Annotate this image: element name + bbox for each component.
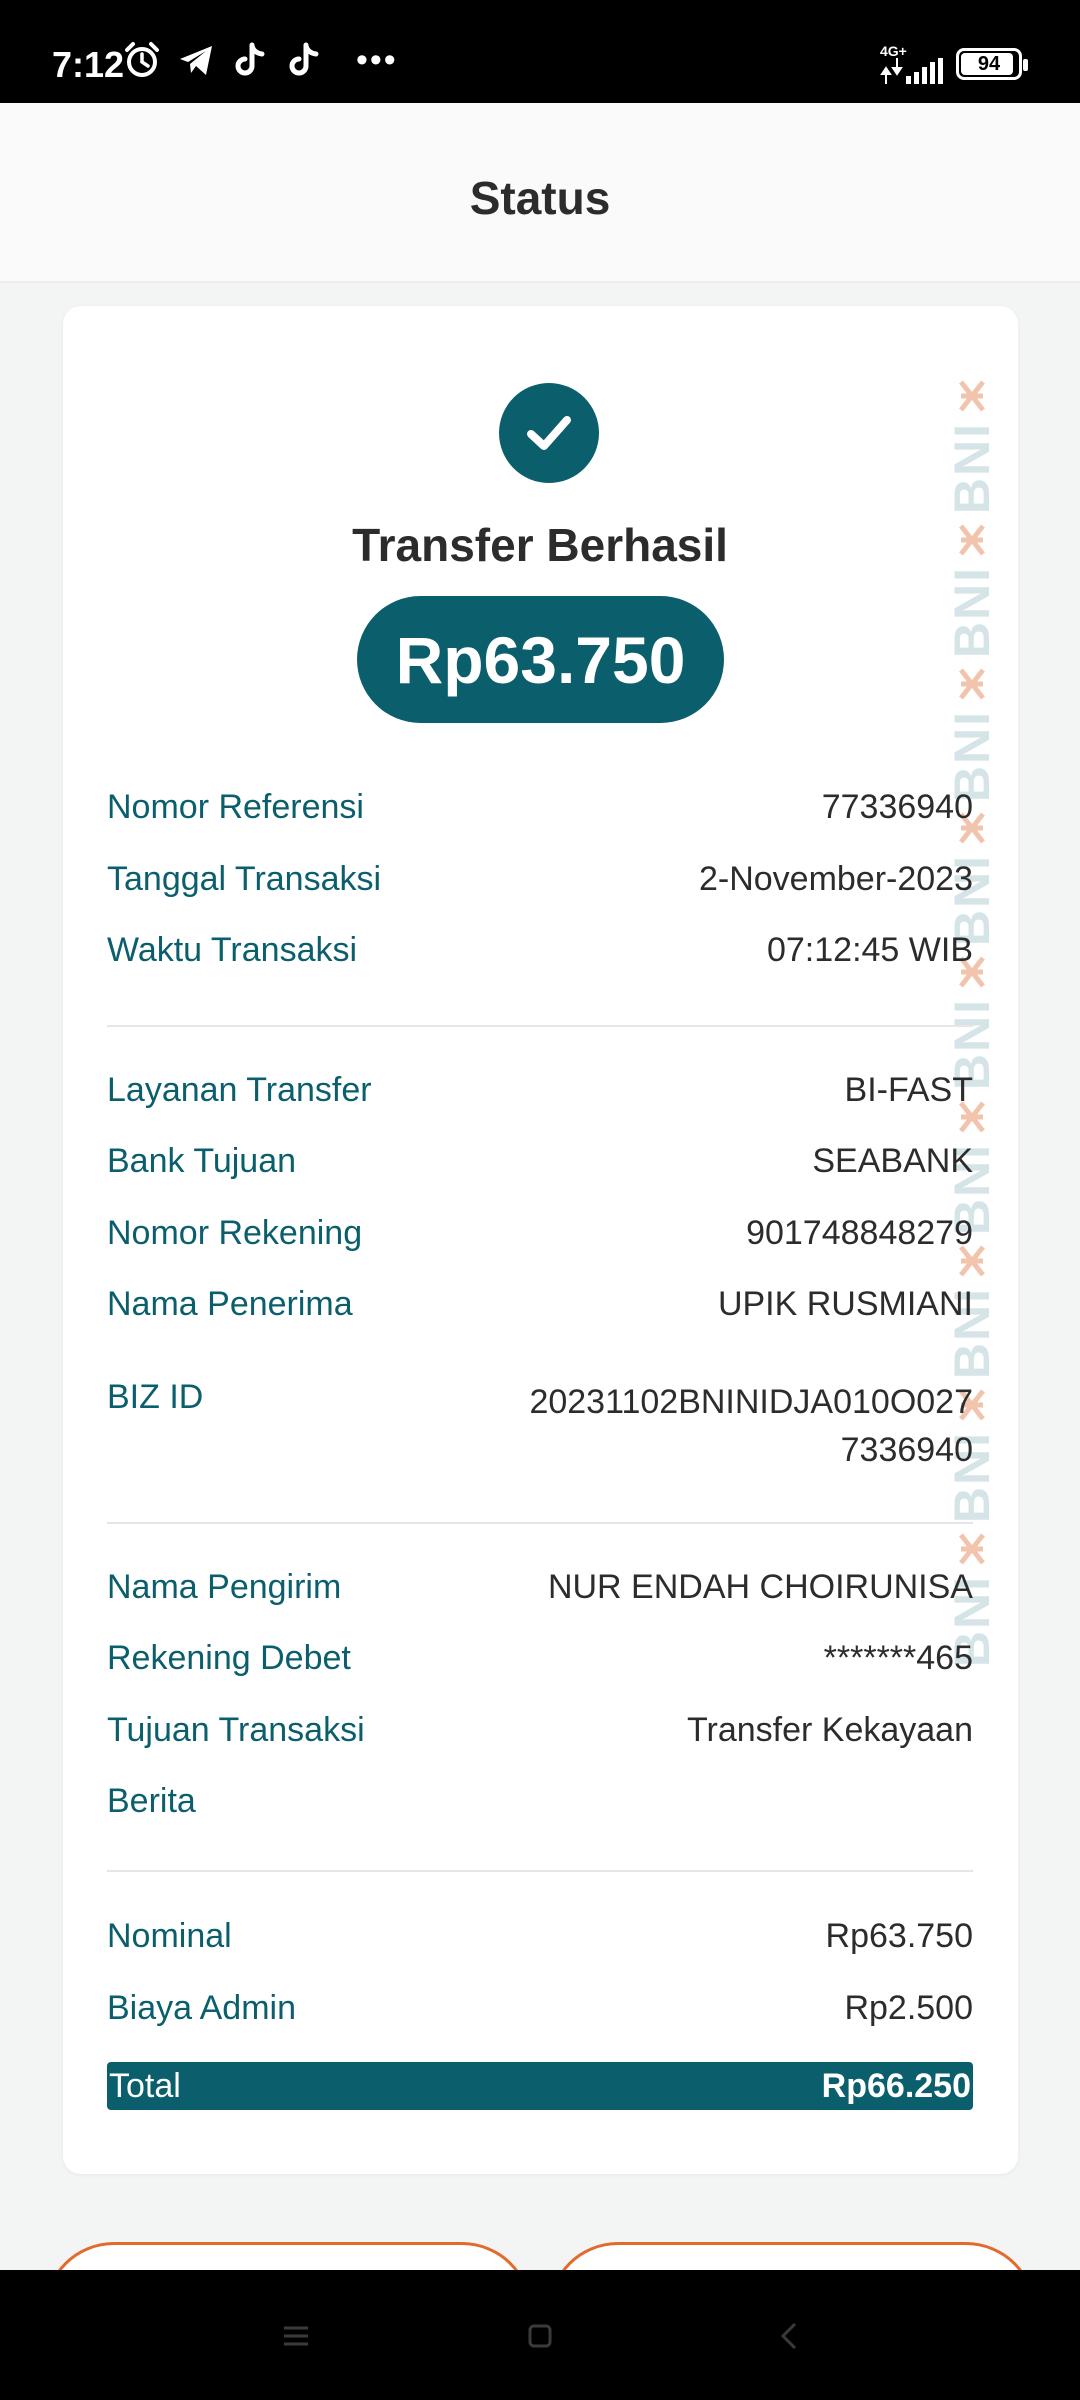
menu-icon[interactable] xyxy=(276,2316,316,2356)
biz-id-line: 20231102BNINIDJA010O027 xyxy=(529,1383,973,1421)
detail-label: Waktu Transaksi xyxy=(107,931,358,969)
detail-value: UPIK RUSMIANI xyxy=(717,1285,973,1323)
battery-percent: 94 xyxy=(977,52,1001,75)
success-title: Transfer Berhasil xyxy=(352,519,728,571)
status-notification-icons: ••• xyxy=(122,40,398,80)
total-row: Total Rp66.250 xyxy=(107,2062,973,2110)
detail-label: Rekening Debet xyxy=(107,1639,351,1677)
detail-value: 901748848279 xyxy=(746,1214,973,1252)
battery-icon: 94 xyxy=(956,48,1028,80)
detail-value: SEABANK xyxy=(812,1142,973,1180)
watermark-text: BNI xyxy=(952,422,992,515)
detail-label: Layanan Transfer xyxy=(107,1071,372,1109)
watermark-item: BNI xyxy=(952,370,992,514)
app-header: Status xyxy=(0,103,1080,283)
detail-row-sender: Nama Pengirim NUR ENDAH CHOIRUNISA xyxy=(107,1568,973,1607)
detail-label: Nama Pengirim xyxy=(107,1568,342,1606)
detail-label: Biaya Admin xyxy=(107,1989,296,2027)
status-time: 7:12 xyxy=(52,44,125,85)
total-label: Total xyxy=(109,2066,181,2105)
home-icon[interactable] xyxy=(520,2316,560,2356)
network-indicator: 4G+ xyxy=(880,44,944,84)
detail-label: Nama Penerima xyxy=(107,1285,353,1323)
detail-row-nominal: Nominal Rp63.750 xyxy=(107,1917,973,1956)
detail-value: *******465 xyxy=(823,1639,973,1677)
more-dots-icon: ••• xyxy=(356,40,398,79)
divider xyxy=(107,1522,973,1524)
biz-id-value: 20231102BNINIDJA010O027 7336940 xyxy=(529,1378,973,1474)
alarm-icon xyxy=(125,42,159,77)
detail-row-reference: Nomor Referensi 77336940 xyxy=(107,788,973,827)
status-bar: 7:12 ••• 4G+ 94 xyxy=(0,0,1080,103)
detail-row-message: Berita xyxy=(107,1782,973,1821)
bni-logo-mark-icon xyxy=(959,380,985,412)
detail-label: Tujuan Transaksi xyxy=(107,1711,365,1749)
detail-value: 77336940 xyxy=(821,788,973,826)
detail-row-admin-fee: Biaya Admin Rp2.500 xyxy=(107,1989,973,2028)
detail-label: Tanggal Transaksi xyxy=(107,860,382,898)
signal-icon xyxy=(880,58,943,84)
bni-logo-mark-icon xyxy=(959,1533,985,1565)
watermark-text: BNI xyxy=(952,566,992,659)
divider xyxy=(107,1025,973,1027)
status-system-icons: 4G+ 94 xyxy=(880,44,1028,84)
detail-label: Nomor Rekening xyxy=(107,1214,363,1252)
detail-row-recipient: Nama Penerima UPIK RUSMIANI xyxy=(107,1285,973,1324)
detail-label: Nominal xyxy=(107,1917,232,1955)
bni-logo-mark-icon xyxy=(959,668,985,700)
system-nav-bar xyxy=(0,2270,1080,2400)
transfer-amount-badge: Rp63.750 xyxy=(357,596,724,723)
detail-label: BIZ ID xyxy=(107,1378,204,1416)
detail-row-time: Waktu Transaksi 07:12:45 WIB xyxy=(107,931,973,970)
bni-watermark: BNI BNI BNI BNI BNI BNI BNI BNI BNI xyxy=(952,370,992,2160)
detail-row-purpose: Tujuan Transaksi Transfer Kekayaan xyxy=(107,1711,973,1750)
detail-value: 2-November-2023 xyxy=(698,860,973,898)
watermark-item: BNI xyxy=(952,658,992,802)
detail-label: Berita xyxy=(107,1782,196,1820)
detail-label: Nomor Referensi xyxy=(107,788,364,826)
detail-value: NUR ENDAH CHOIRUNISA xyxy=(547,1568,973,1606)
back-icon[interactable] xyxy=(770,2316,810,2356)
detail-row-biz-id: BIZ ID 20231102BNINIDJA010O027 7336940 xyxy=(107,1378,973,1474)
telegram-icon xyxy=(180,46,212,75)
tiktok-icon xyxy=(289,42,319,76)
detail-row-bank: Bank Tujuan SEABANK xyxy=(107,1142,973,1181)
divider xyxy=(107,1870,973,1872)
detail-value: Transfer Kekayaan xyxy=(687,1711,973,1749)
detail-value: BI-FAST xyxy=(844,1071,973,1109)
detail-label: Bank Tujuan xyxy=(107,1142,297,1180)
total-value: Rp66.250 xyxy=(821,2066,971,2105)
detail-value: Rp63.750 xyxy=(825,1917,973,1955)
detail-row-date: Tanggal Transaksi 2-November-2023 xyxy=(107,860,973,899)
network-type: 4G+ xyxy=(880,43,907,59)
biz-id-line: 7336940 xyxy=(840,1431,973,1469)
detail-value: 07:12:45 WIB xyxy=(766,931,973,969)
detail-value: Rp2.500 xyxy=(844,1989,973,2027)
detail-row-debit-account: Rekening Debet *******465 xyxy=(107,1639,973,1678)
success-check-icon xyxy=(499,383,599,483)
page-title: Status xyxy=(469,172,611,224)
tiktok-icon xyxy=(235,42,265,76)
detail-row-service: Layanan Transfer BI-FAST xyxy=(107,1071,973,1110)
detail-row-account: Nomor Rekening 901748848279 xyxy=(107,1214,973,1253)
